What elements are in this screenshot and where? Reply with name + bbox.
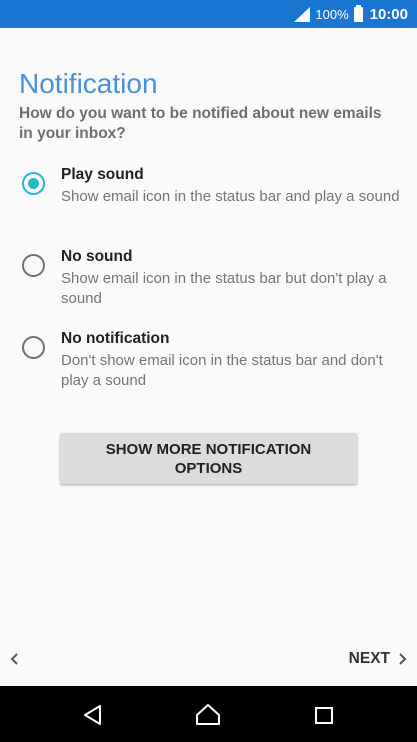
next-label: NEXT: [348, 650, 390, 667]
navigation-bar: [0, 686, 417, 742]
status-bar: 100% 10:00: [0, 0, 417, 28]
option-no-notification[interactable]: No notification Don't show email icon in…: [20, 330, 405, 396]
radio-unchecked-icon[interactable]: [22, 336, 45, 359]
radio-checked-icon[interactable]: [22, 172, 45, 195]
signal-icon: [294, 6, 311, 22]
chevron-right-icon: [399, 653, 407, 665]
clock: 10:00: [369, 5, 408, 23]
back-triangle-icon[interactable]: [78, 700, 108, 730]
show-more-notification-options-button[interactable]: SHOW MORE NOTIFICATION OPTIONS: [60, 433, 357, 484]
option-play-sound[interactable]: Play sound Show email icon in the status…: [20, 166, 405, 232]
option-label: No notification: [61, 330, 170, 347]
radio-unchecked-icon[interactable]: [22, 254, 45, 277]
recents-icon[interactable]: [309, 700, 339, 730]
option-no-sound[interactable]: No sound Show email icon in the status b…: [20, 248, 405, 314]
page-subtitle: How do you want to be notified about new…: [19, 105, 382, 142]
option-label: No sound: [61, 248, 133, 265]
option-description: Don't show email icon in the status bar …: [61, 352, 383, 389]
battery-percent: 100%: [315, 6, 349, 22]
option-description: Show email icon in the status bar and pl…: [61, 188, 400, 205]
chevron-left-icon[interactable]: [6, 648, 26, 670]
status-icons: 100% 10:00: [294, 0, 408, 28]
home-icon[interactable]: [193, 700, 223, 730]
option-description: Show email icon in the status bar but do…: [61, 270, 387, 307]
page-title: Notification: [19, 68, 158, 99]
option-label: Play sound: [61, 166, 144, 183]
battery-icon: [353, 4, 363, 22]
next-button[interactable]: NEXT: [349, 648, 408, 670]
